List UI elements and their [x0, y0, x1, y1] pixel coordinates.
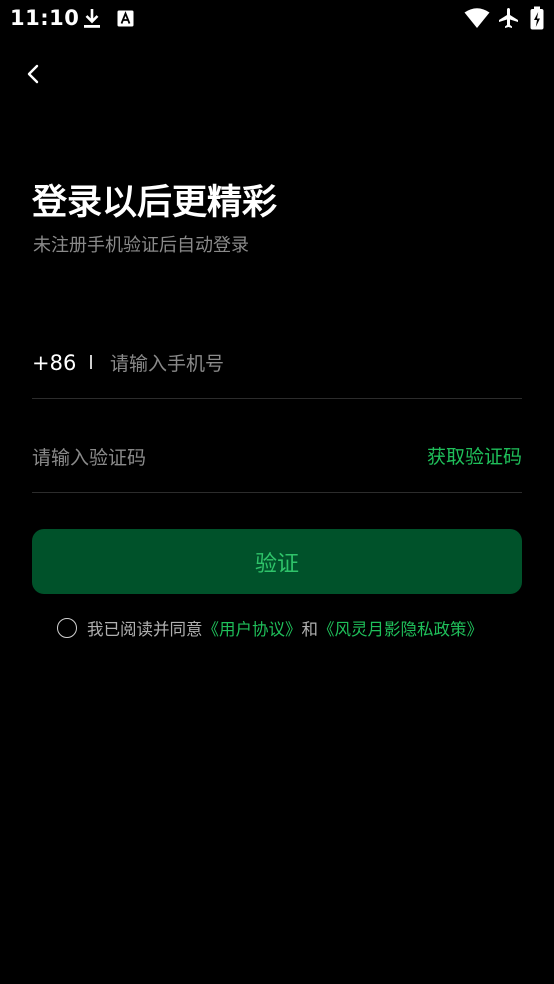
phone-row: +86 — [32, 334, 522, 399]
verification-code-input[interactable] — [32, 443, 392, 473]
page-title: 登录以后更精彩 — [32, 183, 278, 223]
status-time: 11:10 — [10, 6, 80, 30]
battery-icon — [530, 6, 544, 30]
agreement-checkbox[interactable] — [57, 618, 77, 638]
get-code-button[interactable]: 获取验证码 — [427, 443, 522, 471]
page-subtitle: 未注册手机验证后自动登录 — [33, 235, 249, 256]
airplane-mode-icon — [499, 8, 518, 28]
country-code-divider — [90, 355, 92, 369]
font-a-icon — [117, 10, 134, 27]
privacy-policy-link[interactable]: 《风灵月影隐私政策》 — [318, 616, 483, 640]
phone-input[interactable] — [110, 349, 510, 379]
back-button[interactable] — [14, 54, 54, 94]
chevron-left-icon — [27, 64, 39, 84]
wifi-icon — [464, 8, 490, 28]
verify-button-label: 验证 — [254, 551, 299, 577]
country-code[interactable]: +86 — [32, 349, 76, 377]
user-agreement-link[interactable]: 《用户协议》 — [203, 616, 302, 640]
verify-button[interactable]: 验证 — [32, 529, 522, 594]
agreement-prefix: 我已阅读并同意 — [87, 620, 203, 639]
agreement-conjunction: 和 — [301, 620, 319, 639]
agreement-row: 我已阅读并同意 《用户协议》 和 《风灵月影隐私政策》 — [57, 614, 483, 642]
download-icon — [84, 9, 100, 28]
code-row: 获取验证码 — [32, 428, 522, 493]
status-bar: 11:10 — [0, 0, 554, 38]
